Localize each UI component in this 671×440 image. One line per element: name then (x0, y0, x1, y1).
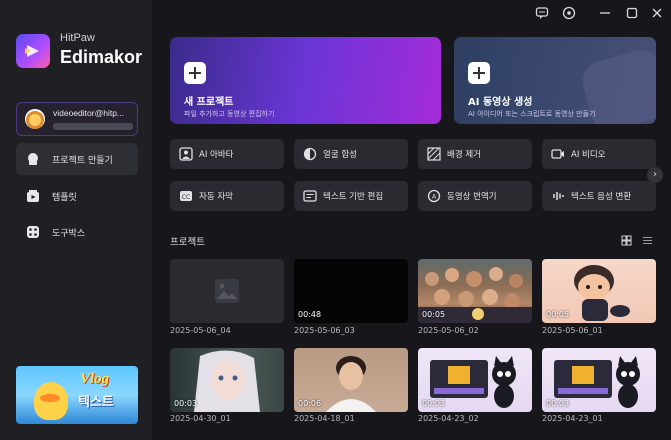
avatar-icon (179, 147, 193, 161)
tool-label: 텍스트 음성 변환 (571, 192, 632, 202)
tool-auto-caption[interactable]: CC 자동 자막 (170, 181, 284, 211)
project-duration: 00:06 (298, 399, 322, 408)
sidebar: HitPaw Edimakor videoeditor@hitp... 프로젝트… (0, 0, 152, 440)
maximize-icon[interactable] (625, 6, 639, 20)
tool-background-remove[interactable]: 배경 제거 (418, 139, 532, 169)
tool-face-swap[interactable]: 얼굴 합성 (294, 139, 408, 169)
face-swap-icon (303, 147, 317, 161)
project-thumbnail[interactable]: 00:05 (418, 259, 532, 323)
caption-icon: CC (180, 191, 192, 201)
project-thumbnail[interactable]: 00:03 (170, 348, 284, 412)
promo-banner[interactable]: Vlog 텍스트 (16, 366, 138, 424)
sidebar-item-label: 도구박스 (52, 229, 86, 239)
tool-video-translator[interactable]: A 동영상 번역기 (418, 181, 532, 211)
toolbox-icon (27, 226, 39, 238)
new-project-title: 새 프로젝트 (184, 97, 234, 108)
user-account-card[interactable]: videoeditor@hitp... (16, 102, 138, 136)
edimakor-logo-icon (16, 34, 50, 68)
ai-video-generation-card[interactable]: AI 동영상 생성 AI 아이디어 또는 스크립트로 동영상 만들기 (454, 37, 656, 124)
banner-title: Vlog (80, 371, 110, 387)
plus-icon (184, 62, 206, 84)
project-thumbnail[interactable]: 00:48 (294, 259, 408, 323)
tools-next-arrow-icon[interactable]: › (647, 167, 663, 183)
project-name: 2025-05-06_04 (170, 326, 231, 335)
sidebar-item-label: 템플릿 (52, 193, 77, 203)
avatar (25, 109, 45, 129)
project-thumbnail[interactable]: 00:06 (294, 348, 408, 412)
sidebar-item-toolbox[interactable]: 도구박스 (16, 216, 138, 248)
tool-label: 얼굴 합성 (323, 150, 357, 160)
text-to-speech-icon (553, 192, 564, 200)
project-thumbnail[interactable]: 00:05 (542, 259, 656, 323)
settings-icon[interactable] (562, 6, 576, 20)
create-project-icon (28, 153, 38, 165)
tool-ai-avatar[interactable]: AI 아바타 (170, 139, 284, 169)
tool-text-to-speech[interactable]: 텍스트 음성 변환 (542, 181, 656, 211)
image-placeholder-icon (215, 279, 239, 303)
grid-view-icon[interactable] (621, 235, 632, 246)
project-name: 2025-04-30_01 (170, 414, 231, 423)
background-remove-icon (427, 147, 441, 161)
tool-label: AI 비디오 (571, 150, 606, 160)
project-duration: 00:03 (546, 399, 570, 408)
project-duration: 00:03 (422, 399, 446, 408)
plus-icon (468, 62, 490, 84)
tool-label: 자동 자막 (199, 192, 233, 202)
tool-label: 배경 제거 (447, 150, 481, 160)
list-view-icon[interactable] (642, 235, 653, 246)
svg-text:A: A (432, 194, 437, 201)
sidebar-item-templates[interactable]: 템플릿 (16, 180, 138, 212)
brand-name: Edimakor (60, 47, 143, 67)
project-name: 2025-04-18_01 (294, 414, 355, 423)
text-edit-icon (303, 190, 317, 202)
project-name: 2025-05-06_03 (294, 326, 355, 335)
ai-video-subtitle: AI 아이디어 또는 스크립트로 동영상 만들기 (468, 110, 596, 118)
app-window: HitPaw Edimakor videoeditor@hitp... 프로젝트… (0, 0, 671, 440)
banner-subtitle: 텍스트 (78, 395, 114, 410)
feedback-icon[interactable] (535, 6, 549, 20)
new-project-card[interactable]: 새 프로젝트 파일 추가하고 동영상 편집하기 (170, 37, 441, 124)
banner-mascot-beak (40, 394, 60, 402)
projects-section-title: 프로젝트 (170, 237, 205, 248)
project-name: 2025-04-23_01 (542, 414, 603, 423)
project-duration: 00:05 (422, 310, 446, 319)
project-duration: 00:05 (546, 310, 570, 319)
ai-video-title: AI 동영상 생성 (468, 97, 533, 108)
ai-video-icon (551, 149, 564, 159)
tool-label: 텍스트 기반 편집 (323, 192, 384, 202)
brand-name-small: HitPaw (60, 32, 95, 44)
tool-label: 동영상 번역기 (447, 192, 497, 202)
sidebar-item-label: 프로젝트 만들기 (52, 156, 113, 166)
project-duration: 00:48 (298, 310, 322, 319)
minimize-icon[interactable] (598, 6, 612, 20)
svg-text:CC: CC (182, 194, 190, 201)
project-name: 2025-05-06_01 (542, 326, 603, 335)
project-name: 2025-04-23_02 (418, 414, 479, 423)
sidebar-item-create-project[interactable]: 프로젝트 만들기 (16, 143, 138, 175)
project-name: 2025-05-06_02 (418, 326, 479, 335)
project-duration: 00:03 (174, 399, 198, 408)
close-icon[interactable] (650, 6, 664, 20)
user-email: videoeditor@hitp... (53, 108, 125, 118)
user-info-redacted (53, 123, 133, 130)
new-project-subtitle: 파일 추가하고 동영상 편집하기 (184, 110, 275, 118)
tool-label: AI 아바타 (199, 150, 234, 160)
project-thumbnail[interactable]: 00:03 (418, 348, 532, 412)
template-icon (27, 190, 39, 202)
project-thumbnail[interactable]: 00:03 (542, 348, 656, 412)
tool-ai-video[interactable]: AI 비디오 (542, 139, 656, 169)
translate-icon: A (427, 189, 441, 203)
tool-text-based-edit[interactable]: 텍스트 기반 편집 (294, 181, 408, 211)
project-thumbnail[interactable] (170, 259, 284, 323)
